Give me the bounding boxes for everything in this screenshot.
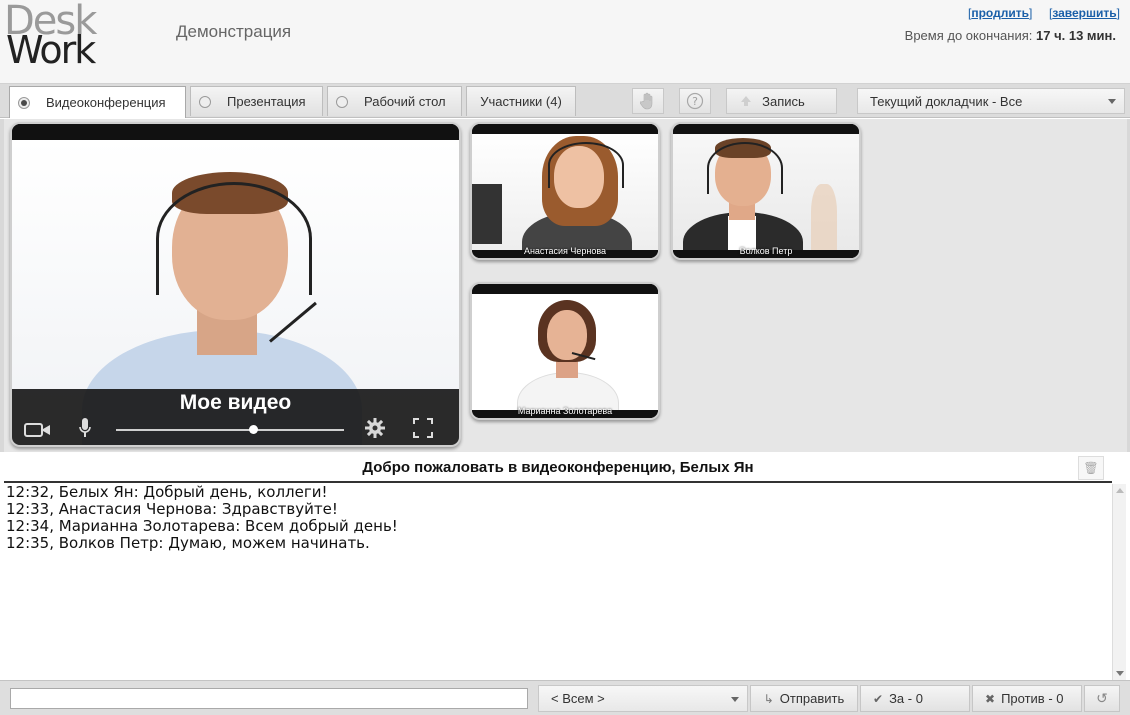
timer-label: Время до окончания:	[904, 28, 1033, 43]
tab-label: Презентация	[227, 94, 306, 109]
vote-for-button[interactable]: ✔ За - 0	[860, 685, 970, 712]
chat-scrollbar[interactable]	[1112, 484, 1126, 680]
speaker-select-value: Текущий докладчик - Все	[870, 93, 1023, 109]
help-button[interactable]: ?	[679, 88, 711, 114]
message-input[interactable]	[10, 688, 528, 709]
chat-log: 12:32, Белых Ян: Добрый день, коллеги! 1…	[4, 484, 1112, 680]
send-button[interactable]: ↳ Отправить	[750, 685, 858, 712]
main-video[interactable]: Мое видео	[10, 122, 461, 447]
speaker-select[interactable]: Текущий докладчик - Все	[857, 88, 1125, 114]
chat-message: 12:34, Марианна Золотарева: Всем добрый …	[6, 517, 398, 535]
record-label: Запись	[762, 93, 805, 109]
volume-slider[interactable]	[116, 425, 344, 435]
tab-label: Рабочий стол	[364, 94, 446, 109]
raise-hand-button[interactable]	[632, 88, 664, 114]
header: Desk Work Демонстрация [продлить] [завер…	[0, 0, 1130, 84]
extend-link[interactable]: продлить	[971, 6, 1029, 20]
participant-person	[472, 294, 658, 410]
send-label: Отправить	[779, 691, 845, 706]
tab-label: Видеоконференция	[46, 95, 166, 110]
trash-icon: 🗑	[1083, 461, 1099, 475]
refresh-button[interactable]: ↺	[1084, 685, 1120, 712]
microphone-icon[interactable]	[78, 417, 92, 439]
camera-icon[interactable]	[24, 421, 52, 439]
vote-for-label: За - 0	[889, 691, 923, 706]
scroll-down-icon[interactable]	[1116, 671, 1124, 676]
chat-title: Добро пожаловать в видеоконференцию, Бел…	[362, 459, 754, 476]
svg-text:?: ?	[692, 95, 698, 108]
vote-against-label: Против - 0	[1001, 691, 1064, 706]
finish-link[interactable]: завершить	[1052, 6, 1116, 20]
participant-name: Анастасия Чернова	[523, 246, 607, 256]
page-title: Демонстрация	[176, 22, 292, 41]
vote-against-button[interactable]: ✖ Против - 0	[972, 685, 1082, 712]
top-links: [продлить] [завершить]	[967, 6, 1120, 20]
chat-message: 12:32, Белых Ян: Добрый день, коллеги!	[6, 483, 328, 501]
radio-icon	[18, 96, 30, 109]
main-video-label: Мое видео	[179, 391, 292, 414]
tab-videoconference[interactable]: Видеоконференция	[9, 86, 186, 118]
toolbar: Видеоконференция Презентация Рабочий сто…	[0, 84, 1130, 118]
timer: Время до окончания: 17 ч. 13 мин.	[905, 28, 1116, 43]
record-button[interactable]: Запись	[726, 88, 837, 114]
chat-message: 12:33, Анастасия Чернова: Здравствуйте!	[6, 500, 338, 518]
hand-icon	[640, 92, 653, 110]
chat-message: 12:35, Волков Петр: Думаю, можем начинат…	[6, 534, 370, 552]
tab-presentation[interactable]: Презентация	[190, 86, 323, 116]
recipient-select-value: < Всем >	[551, 691, 605, 706]
gear-icon[interactable]	[364, 417, 386, 439]
chevron-down-icon	[1108, 99, 1116, 104]
video-area: Мое видео Анастасия Чернова Волков Петр …	[0, 119, 1130, 452]
bottom-bar: < Всем > ↳ Отправить ✔ За - 0 ✖ Против -…	[0, 680, 1130, 715]
cross-icon: ✖	[985, 691, 996, 706]
radio-icon	[336, 95, 348, 108]
video-tile[interactable]: Анастасия Чернова	[470, 122, 660, 260]
check-icon: ✔	[873, 691, 884, 706]
logo: Desk Work	[4, 0, 114, 72]
fullscreen-icon[interactable]	[412, 417, 434, 439]
clear-chat-button[interactable]: 🗑	[1078, 456, 1104, 480]
main-video-controls: Мое видео	[12, 389, 459, 445]
video-tile[interactable]: Волков Петр	[671, 122, 861, 260]
participant-name: Волков Петр	[739, 246, 793, 256]
chevron-down-icon	[731, 697, 739, 702]
help-icon: ?	[686, 92, 704, 110]
timer-value: 17 ч. 13 мин.	[1036, 28, 1116, 43]
radio-icon	[199, 95, 211, 108]
participant-name: Марианна Золотарева	[517, 406, 613, 416]
tab-label: Участники (4)	[480, 94, 562, 109]
logo-work: Work	[6, 28, 96, 72]
scroll-up-icon[interactable]	[1116, 488, 1124, 493]
send-icon: ↳	[763, 691, 774, 706]
video-tile[interactable]: Марианна Золотарева	[470, 282, 660, 420]
recipient-select[interactable]: < Всем >	[538, 685, 748, 712]
tab-desktop[interactable]: Рабочий стол	[327, 86, 462, 116]
record-arrow-icon	[741, 96, 752, 106]
chat-header: Добро пожаловать в видеоконференцию, Бел…	[4, 453, 1112, 483]
refresh-icon: ↺	[1096, 690, 1108, 706]
participant-person	[472, 134, 658, 250]
tab-participants[interactable]: Участники (4)	[466, 86, 576, 116]
volume-knob[interactable]	[248, 425, 258, 434]
participant-person	[673, 134, 859, 250]
